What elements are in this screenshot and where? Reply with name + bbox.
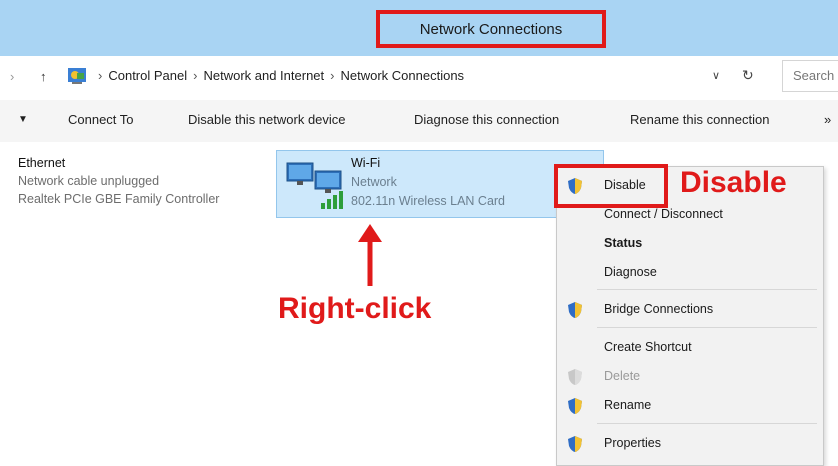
shield-icon bbox=[568, 398, 582, 414]
search-input[interactable]: Search bbox=[782, 60, 838, 92]
annotation-right-click: Right-click bbox=[278, 292, 432, 325]
command-toolbar: ▼ Connect To Disable this network device… bbox=[0, 100, 838, 142]
address-bar: › ↑ › Control Panel › Network and Intern… bbox=[0, 56, 838, 98]
breadcrumb: › Control Panel › Network and Internet ›… bbox=[98, 68, 465, 83]
organize-dropdown-icon[interactable]: ▼ bbox=[18, 114, 28, 125]
breadcrumb-network-and-internet[interactable]: Network and Internet bbox=[203, 68, 324, 83]
address-dropdown-chevron-icon[interactable]: ∨ bbox=[712, 69, 720, 82]
disable-device-button[interactable]: Disable this network device bbox=[188, 112, 346, 127]
shield-icon bbox=[568, 302, 582, 318]
menu-separator bbox=[597, 327, 817, 328]
adapter-name: Wi-Fi bbox=[351, 156, 381, 170]
adapter-device: Realtek PCIe GBE Family Controller bbox=[18, 192, 220, 206]
up-arrow-icon[interactable]: ↑ bbox=[40, 69, 47, 84]
adapter-name: Ethernet bbox=[18, 156, 66, 170]
rename-connection-button[interactable]: Rename this connection bbox=[630, 112, 769, 127]
context-menu: Disable Connect / Disconnect Status Diag… bbox=[556, 166, 824, 466]
annotation-disable: Disable bbox=[680, 166, 787, 199]
menu-item-status[interactable]: Status bbox=[557, 231, 823, 257]
recent-locations-chevron-icon[interactable]: › bbox=[10, 69, 14, 84]
control-panel-icon bbox=[68, 68, 86, 84]
menu-item-properties[interactable]: Properties bbox=[557, 431, 823, 457]
menu-item-diagnose[interactable]: Diagnose bbox=[557, 260, 823, 286]
shield-icon bbox=[568, 369, 582, 385]
menu-item-delete: Delete bbox=[557, 364, 823, 390]
adapter-status: Network cable unplugged bbox=[18, 174, 160, 188]
connect-to-button[interactable]: Connect To bbox=[68, 112, 134, 127]
breadcrumb-network-connections[interactable]: Network Connections bbox=[341, 68, 465, 83]
title-bar: Network Connections bbox=[0, 0, 838, 56]
shield-icon bbox=[568, 436, 582, 452]
breadcrumb-control-panel[interactable]: Control Panel bbox=[108, 68, 187, 83]
annotation-disable-highlight bbox=[554, 164, 668, 208]
menu-separator bbox=[597, 289, 817, 290]
adapter-device: 802.11n Wireless LAN Card bbox=[351, 194, 506, 208]
window-title: Network Connections bbox=[376, 10, 606, 48]
ethernet-adapter[interactable]: Ethernet Network cable unplugged Realtek… bbox=[18, 154, 219, 208]
wifi-adapter-icon bbox=[286, 162, 343, 209]
menu-item-bridge-connections[interactable]: Bridge Connections bbox=[557, 297, 823, 323]
menu-item-rename[interactable]: Rename bbox=[557, 393, 823, 419]
more-commands-icon[interactable]: » bbox=[824, 112, 831, 127]
diagnose-connection-button[interactable]: Diagnose this connection bbox=[414, 112, 559, 127]
annotation-up-arrow bbox=[358, 224, 382, 286]
menu-item-create-shortcut[interactable]: Create Shortcut bbox=[557, 335, 823, 361]
refresh-icon[interactable]: ↻ bbox=[742, 67, 754, 84]
menu-separator bbox=[597, 423, 817, 424]
adapter-status: Network bbox=[351, 175, 397, 189]
